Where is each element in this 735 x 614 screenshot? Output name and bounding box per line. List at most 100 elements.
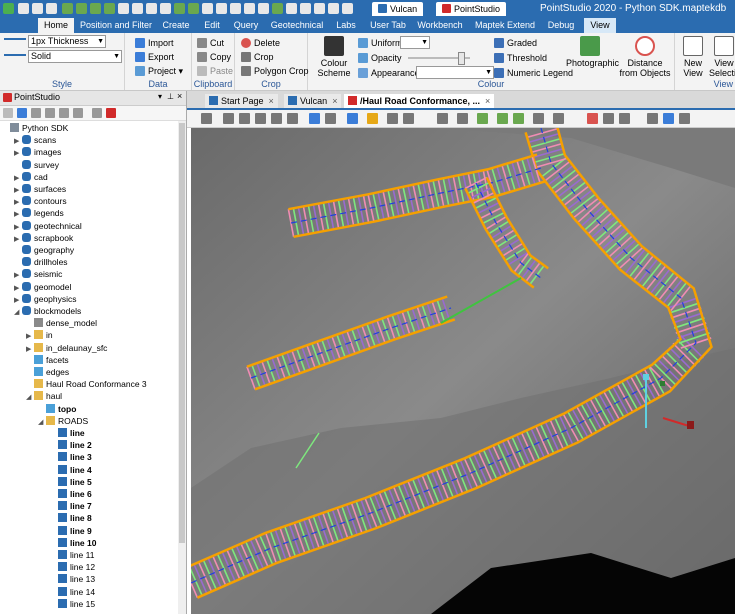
- tree-item[interactable]: ▶ cad: [14, 171, 48, 183]
- tree-item[interactable]: topo: [38, 403, 76, 415]
- toolbar-icon[interactable]: [174, 3, 185, 14]
- uniform-button[interactable]: Uniform: [358, 37, 403, 49]
- tree-item[interactable]: line 6: [50, 488, 92, 500]
- toolbar-icon[interactable]: [202, 3, 213, 14]
- toolbar-icon[interactable]: [104, 3, 115, 14]
- toolbar-icon[interactable]: [188, 3, 199, 14]
- tree-item[interactable]: line 11: [50, 549, 94, 561]
- toolbar-icon[interactable]: [457, 113, 468, 124]
- panel-menu-icon[interactable]: ▾: [158, 92, 162, 101]
- tab-geotechnical[interactable]: Geotechnical: [268, 18, 326, 33]
- close-icon[interactable]: ×: [485, 96, 490, 106]
- appearance-combo[interactable]: ▼: [416, 66, 494, 79]
- tree-item[interactable]: drillholes: [14, 256, 68, 268]
- tree-item[interactable]: line 9: [50, 525, 92, 537]
- tree-item[interactable]: ◢ blockmodels: [14, 305, 81, 317]
- tab-position-and-filter[interactable]: Position and Filter: [78, 18, 154, 33]
- grid-icon[interactable]: [497, 113, 508, 124]
- import-button[interactable]: Import: [135, 37, 174, 49]
- close-icon[interactable]: ×: [177, 91, 182, 101]
- toolbar-icon[interactable]: [347, 113, 358, 124]
- tree-item[interactable]: line 3: [50, 451, 92, 463]
- uniform-colour-combo[interactable]: ▼: [400, 36, 430, 49]
- context-tab-vulcan[interactable]: Vulcan: [372, 2, 424, 16]
- zoom-icon[interactable]: [223, 113, 234, 124]
- undo-icon[interactable]: [18, 3, 29, 14]
- project-button[interactable]: Project ▾: [135, 65, 183, 77]
- context-tab-pointstudio[interactable]: PointStudio: [436, 2, 507, 18]
- toolbar-icon[interactable]: [325, 113, 336, 124]
- paste-button[interactable]: Paste: [197, 65, 233, 77]
- toolbar-icon[interactable]: [146, 3, 157, 14]
- new-view-button[interactable]: New View: [679, 36, 707, 78]
- photographic-button[interactable]: Photographic: [566, 36, 619, 68]
- toolbar-icon[interactable]: [216, 3, 227, 14]
- tab-view[interactable]: View: [584, 18, 616, 33]
- tree-item[interactable]: line 8: [50, 512, 92, 524]
- thickness-combo[interactable]: 1px Thickness ▼: [28, 35, 106, 48]
- toolbar-icon[interactable]: [603, 113, 614, 124]
- toolbar-icon[interactable]: [106, 108, 116, 118]
- tree-item[interactable]: Haul Road Conformance 3: [26, 378, 147, 390]
- tab-start-page[interactable]: Start Page ×: [205, 94, 278, 108]
- toolbar-icon[interactable]: [59, 108, 69, 118]
- tab-create[interactable]: Create: [158, 18, 194, 33]
- toolbar-icon[interactable]: [314, 3, 325, 14]
- tree-item[interactable]: line 14: [50, 586, 95, 598]
- pan-icon[interactable]: [239, 113, 250, 124]
- toolbar-icon[interactable]: [387, 113, 398, 124]
- tree-item[interactable]: ▶ seismic: [14, 268, 62, 280]
- tree-item[interactable]: ▶ in_delaunay_sfc: [26, 342, 107, 354]
- toolbar-icon[interactable]: [272, 3, 283, 14]
- pin-icon[interactable]: ⊥: [167, 92, 174, 101]
- select-icon[interactable]: [17, 108, 27, 118]
- toolbar-icon[interactable]: [403, 113, 414, 124]
- toolbar-icon[interactable]: [533, 113, 544, 124]
- opacity-slider-thumb[interactable]: [458, 52, 465, 65]
- redo-icon[interactable]: [32, 3, 43, 14]
- rotate-icon[interactable]: [271, 113, 282, 124]
- tree-item[interactable]: line 10: [50, 537, 96, 549]
- distance-from-objects-button[interactable]: Distance from Objects: [618, 36, 672, 78]
- expand-arrow-icon[interactable]: ◢: [38, 417, 46, 429]
- toolbar-icon[interactable]: [679, 113, 690, 124]
- tree-item[interactable]: ▶ legends: [14, 207, 64, 219]
- toolbar-icon[interactable]: [62, 3, 73, 14]
- tree-item[interactable]: ▶ geomodel: [14, 281, 71, 293]
- tab-workbench[interactable]: Workbench: [415, 18, 465, 33]
- colour-scheme-button[interactable]: Colour Scheme: [316, 36, 352, 78]
- tree-item[interactable]: ▶ in: [26, 329, 53, 341]
- terrain-scene[interactable]: [191, 128, 735, 614]
- toolbar-icon[interactable]: [437, 113, 448, 124]
- 3d-viewport[interactable]: [191, 128, 735, 614]
- fit-icon[interactable]: [255, 113, 266, 124]
- crop-button[interactable]: Crop: [241, 51, 274, 63]
- tree-item[interactable]: line 15: [50, 598, 95, 610]
- tree-item[interactable]: geography: [14, 244, 74, 256]
- tree-item[interactable]: ◢ ROADS: [38, 415, 88, 427]
- toolbar-icon[interactable]: [132, 3, 143, 14]
- tab-edit[interactable]: Edit: [197, 18, 227, 33]
- options-icon[interactable]: [3, 108, 13, 118]
- toolbar-icon[interactable]: [286, 3, 297, 14]
- tab-user-tab[interactable]: User Tab: [367, 18, 409, 33]
- delete-button[interactable]: Delete: [241, 37, 280, 49]
- threshold-button[interactable]: Threshold: [494, 52, 547, 64]
- close-icon[interactable]: ×: [269, 96, 274, 106]
- tree-item[interactable]: facets: [26, 354, 69, 366]
- toolbar-icon[interactable]: [258, 3, 269, 14]
- panel-scrollbar[interactable]: [178, 121, 186, 614]
- scrollbar-thumb[interactable]: [179, 123, 185, 543]
- expand-arrow-icon[interactable]: ◢: [14, 307, 22, 319]
- tree-item[interactable]: ▶ surfaces: [14, 183, 66, 195]
- export-button[interactable]: Export: [135, 51, 174, 63]
- tree-item[interactable]: ▶ geophysics: [14, 293, 77, 305]
- tree-item[interactable]: survey: [14, 159, 59, 171]
- toolbar-icon[interactable]: [244, 3, 255, 14]
- tree-item[interactable]: line 7: [50, 500, 92, 512]
- line-style-combo[interactable]: Solid ▼: [28, 50, 122, 63]
- numeric-legend-button[interactable]: Numeric Legend: [494, 67, 573, 79]
- graded-button[interactable]: Graded: [494, 37, 537, 49]
- toolbar-icon[interactable]: [309, 113, 320, 124]
- tree-item[interactable]: line: [50, 427, 85, 439]
